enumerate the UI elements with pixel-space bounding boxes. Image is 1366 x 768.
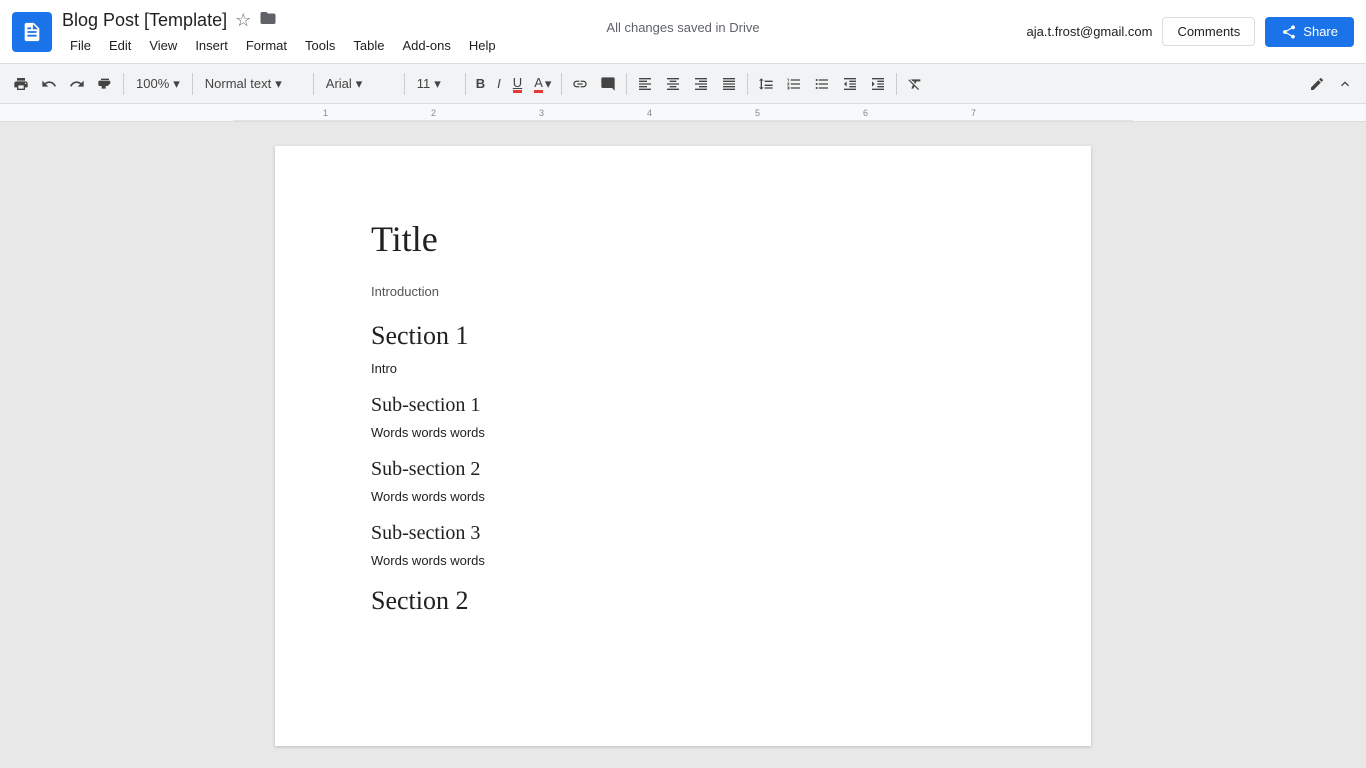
svg-text:6: 6 [863,108,868,118]
font-dropdown-icon: ▾ [356,76,363,92]
divider-7 [626,73,627,95]
section1-heading[interactable]: Section 1 [371,321,995,351]
align-left-button[interactable] [632,70,658,98]
menu-edit[interactable]: Edit [101,36,139,55]
ruler: 1 2 3 4 5 6 7 [0,104,1366,122]
folder-icon[interactable] [259,9,277,32]
pen-tool-button[interactable] [1304,70,1330,98]
doc-title-area: Blog Post [Template] ☆ File Edit View In… [62,9,1027,55]
doc-area: Title Introduction Section 1 Intro Sub-s… [0,122,1366,768]
justify-button[interactable] [716,70,742,98]
subsection3-heading[interactable]: Sub-section 3 [371,522,995,545]
share-button[interactable]: Share [1265,17,1354,47]
menu-tools[interactable]: Tools [297,36,343,55]
numbered-list-button[interactable] [781,70,807,98]
zoom-dropdown-icon: ▾ [173,76,180,92]
bullet-list-button[interactable] [809,70,835,98]
star-icon[interactable]: ☆ [235,10,251,31]
undo-button[interactable] [36,70,62,98]
menu-format[interactable]: Format [238,36,295,55]
doc-title[interactable]: Blog Post [Template] [62,10,227,31]
redo-button[interactable] [64,70,90,98]
divider-8 [747,73,748,95]
subsection1-heading[interactable]: Sub-section 1 [371,394,995,417]
svg-text:1: 1 [323,108,328,118]
svg-text:3: 3 [539,108,544,118]
user-email[interactable]: aja.t.frost@gmail.com [1027,24,1153,39]
menu-view[interactable]: View [141,36,185,55]
section2-heading[interactable]: Section 2 [371,586,995,616]
menu-table[interactable]: Table [345,36,392,55]
subsection2-heading[interactable]: Sub-section 2 [371,458,995,481]
align-center-button[interactable] [660,70,686,98]
doc-introduction[interactable]: Introduction [371,284,995,299]
subsection2-body[interactable]: Words words words [371,489,995,504]
menu-insert[interactable]: Insert [187,36,236,55]
divider-9 [896,73,897,95]
clear-formatting-button[interactable] [902,70,928,98]
style-dropdown-icon: ▾ [275,76,282,92]
svg-text:4: 4 [647,108,652,118]
decrease-indent-button[interactable] [837,70,863,98]
divider-1 [123,73,124,95]
section1-intro[interactable]: Intro [371,361,995,376]
divider-6 [561,73,562,95]
bold-button[interactable]: B [471,70,490,98]
svg-text:7: 7 [971,108,976,118]
menu-file[interactable]: File [62,36,99,55]
menu-addons[interactable]: Add-ons [394,36,458,55]
doc-title-text[interactable]: Title [371,218,995,260]
comments-button[interactable]: Comments [1162,17,1255,46]
expand-toolbar-button[interactable] [1332,70,1358,98]
divider-2 [192,73,193,95]
text-color-dropdown-icon: ▾ [545,76,552,92]
paint-format-button[interactable] [92,70,118,98]
link-button[interactable] [567,70,593,98]
size-select[interactable]: 11 ▾ [410,70,460,98]
line-spacing-button[interactable] [753,70,779,98]
svg-text:5: 5 [755,108,760,118]
font-select[interactable]: Arial ▾ [319,70,399,98]
italic-button[interactable]: I [492,70,506,98]
toolbar: 100% ▾ Normal text ▾ Arial ▾ 11 ▾ B I U … [0,64,1366,104]
comment-inline-button[interactable] [595,70,621,98]
print-button[interactable] [8,70,34,98]
divider-4 [404,73,405,95]
zoom-select[interactable]: 100% ▾ [129,70,187,98]
underline-button[interactable]: U [508,70,527,98]
subsection1-body[interactable]: Words words words [371,425,995,440]
menu-bar: File Edit View Insert Format Tools Table… [62,36,1027,55]
size-dropdown-icon: ▾ [434,76,441,92]
text-color-button[interactable]: A ▾ [529,70,556,98]
style-select[interactable]: Normal text ▾ [198,70,308,98]
svg-text:2: 2 [431,108,436,118]
align-right-button[interactable] [688,70,714,98]
increase-indent-button[interactable] [865,70,891,98]
save-status: All changes saved in Drive [606,20,759,35]
divider-5 [465,73,466,95]
menu-help[interactable]: Help [461,36,504,55]
app-icon [12,12,52,52]
page[interactable]: Title Introduction Section 1 Intro Sub-s… [275,146,1091,746]
divider-3 [313,73,314,95]
subsection3-body[interactable]: Words words words [371,553,995,568]
